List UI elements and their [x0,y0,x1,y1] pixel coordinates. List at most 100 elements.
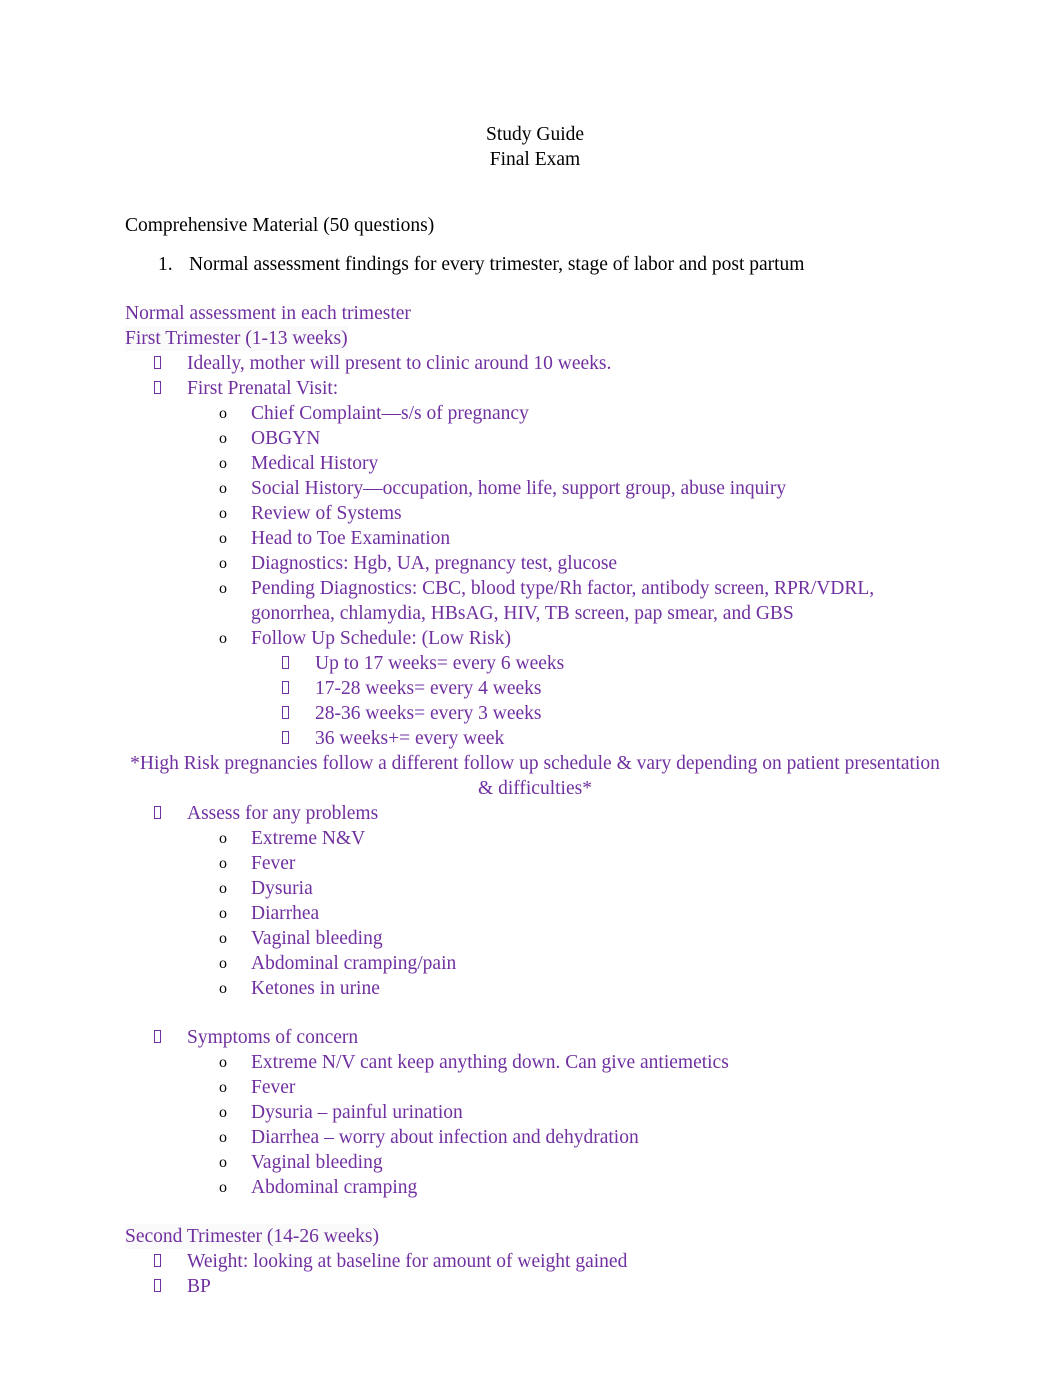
outline-heading-second-trimester: Second Trimester (14-26 weeks) [125,1224,380,1249]
wingding-bullet-icon [154,351,161,376]
wingding-bullet-icon [282,701,289,726]
numbered-list-item-1-number: 1. [158,254,173,275]
circle-bullet-icon: o [219,455,227,472]
list-item: o Extreme N&V [125,826,945,851]
list-item-label: Diarrhea [251,903,320,924]
wingding-bullet-icon [154,801,161,826]
list-item-label: 36 weeks+= every week [315,728,505,749]
list-item: Ideally, mother will present to clinic a… [125,351,945,376]
circle-bullet-icon: o [219,405,227,422]
list-item: Up to 17 weeks= every 6 weeks [125,651,945,676]
list-item-label: Up to 17 weeks= every 6 weeks [315,653,565,674]
list-item-label: Symptoms of concern [187,1027,359,1048]
list-item: o Extreme N/V cant keep anything down. C… [125,1050,945,1075]
list-item-label: Social History—occupation, home life, su… [251,478,787,499]
list-item: o Ketones in urine [125,976,945,1001]
wingding-bullet-icon [154,376,161,401]
list-item: 17-28 weeks= every 4 weeks [125,676,945,701]
wingding-bullet-icon [154,1274,161,1299]
high-risk-note: *High Risk pregnancies follow a differen… [130,753,940,799]
list-item: o Medical History [125,451,945,476]
document-body: Study Guide Final Exam Comprehensive Mat… [125,122,945,1299]
list-item-label: Abdominal cramping [251,1177,418,1198]
list-item: o Review of Systems [125,501,945,526]
circle-bullet-icon: o [219,1104,227,1121]
list-item: Symptoms of concern [125,1025,945,1050]
wingding-bullet-icon [154,1249,161,1274]
list-item: o Abdominal cramping/pain [125,951,945,976]
document-title-line-1: Study Guide [485,124,585,145]
list-item-label: Ideally, mother will present to clinic a… [187,353,612,374]
list-item-label: Medical History [251,453,379,474]
list-item: o Vaginal bleeding [125,1150,945,1175]
circle-bullet-icon: o [219,930,227,947]
section-heading-comprehensive-material: Comprehensive Material (50 questions) [125,215,435,236]
list-item-label: Ketones in urine [251,978,380,999]
list-item: 28-36 weeks= every 3 weeks [125,701,945,726]
circle-bullet-icon: o [219,505,227,522]
list-item: BP [125,1274,945,1299]
list-item-label: Chief Complaint—s/s of pregnancy [251,403,529,424]
list-item: o Chief Complaint—s/s of pregnancy [125,401,945,426]
list-item-label: Review of Systems [251,503,402,524]
list-item-label: Assess for any problems [187,803,379,824]
title-spacer [125,172,945,213]
list-item-label: Vaginal bleeding [251,1152,383,1173]
circle-bullet-icon: o [219,630,227,647]
list-item: o Head to Toe Examination [125,526,945,551]
list-item-label: BP [187,1276,211,1297]
circle-bullet-icon: o [219,480,227,497]
circle-bullet-icon: o [219,980,227,997]
outline-heading-first-trimester: First Trimester (1-13 weeks) [125,326,348,351]
circle-bullet-icon: o [219,955,227,972]
circle-bullet-icon: o [219,830,227,847]
list-item: o Pending Diagnostics: CBC, blood type/R… [125,576,945,626]
circle-bullet-icon: o [219,855,227,872]
wingding-bullet-icon [282,676,289,701]
list-item-label: Pending Diagnostics: CBC, blood type/Rh … [251,578,875,624]
circle-bullet-icon: o [219,530,227,547]
document-title-line-2: Final Exam [489,149,581,170]
list-item-label: Diarrhea – worry about infection and deh… [251,1127,639,1148]
list-item-label: Abdominal cramping/pain [251,953,457,974]
second-trimester-spacer [125,1200,945,1224]
list-item-label: Dysuria [251,878,313,899]
list-item-label: Dysuria – painful urination [251,1102,463,1123]
outline-heading-normal-assessment: Normal assessment in each trimester [125,303,411,324]
list-item-label: Vaginal bleeding [251,928,383,949]
circle-bullet-icon: o [219,1179,227,1196]
circle-bullet-icon: o [219,1154,227,1171]
numbered-list-item-1-text: Normal assessment findings for every tri… [189,254,805,275]
list-item: o Follow Up Schedule: (Low Risk) [125,626,945,651]
document-page: Study Guide Final Exam Comprehensive Mat… [0,0,1062,1377]
circle-bullet-icon: o [219,905,227,922]
list-item-label: OBGYN [251,428,321,449]
list-item-label: First Prenatal Visit: [187,378,339,399]
circle-bullet-icon: o [219,1129,227,1146]
list-item: o Diarrhea – worry about infection and d… [125,1125,945,1150]
wingding-bullet-icon [282,651,289,676]
wingding-bullet-icon [282,726,289,751]
list-item-label: 17-28 weeks= every 4 weeks [315,678,542,699]
circle-bullet-icon: o [219,880,227,897]
circle-bullet-icon: o [219,430,227,447]
list-item: o Abdominal cramping [125,1175,945,1200]
list-item-label: Fever [251,1077,296,1098]
wingding-bullet-icon [154,1025,161,1050]
numbered-list-item-1: 1. Normal assessment findings for every … [125,252,945,277]
list-item: o Fever [125,1075,945,1100]
list-item-label: Follow Up Schedule: (Low Risk) [251,628,511,649]
list-item: o Dysuria [125,876,945,901]
list-item-label: Fever [251,853,296,874]
list-item-label: Weight: looking at baseline for amount o… [187,1251,628,1272]
circle-bullet-icon: o [219,1054,227,1071]
list-item-label: Extreme N/V cant keep anything down. Can… [251,1052,729,1073]
list-item-label: 28-36 weeks= every 3 weeks [315,703,542,724]
list-item: 36 weeks+= every week [125,726,945,751]
list-item: Weight: looking at baseline for amount o… [125,1249,945,1274]
circle-bullet-icon: o [219,580,227,597]
list-item: o Social History—occupation, home life, … [125,476,945,501]
list-item: o Fever [125,851,945,876]
list-item: o Dysuria – painful urination [125,1100,945,1125]
list-item: o OBGYN [125,426,945,451]
